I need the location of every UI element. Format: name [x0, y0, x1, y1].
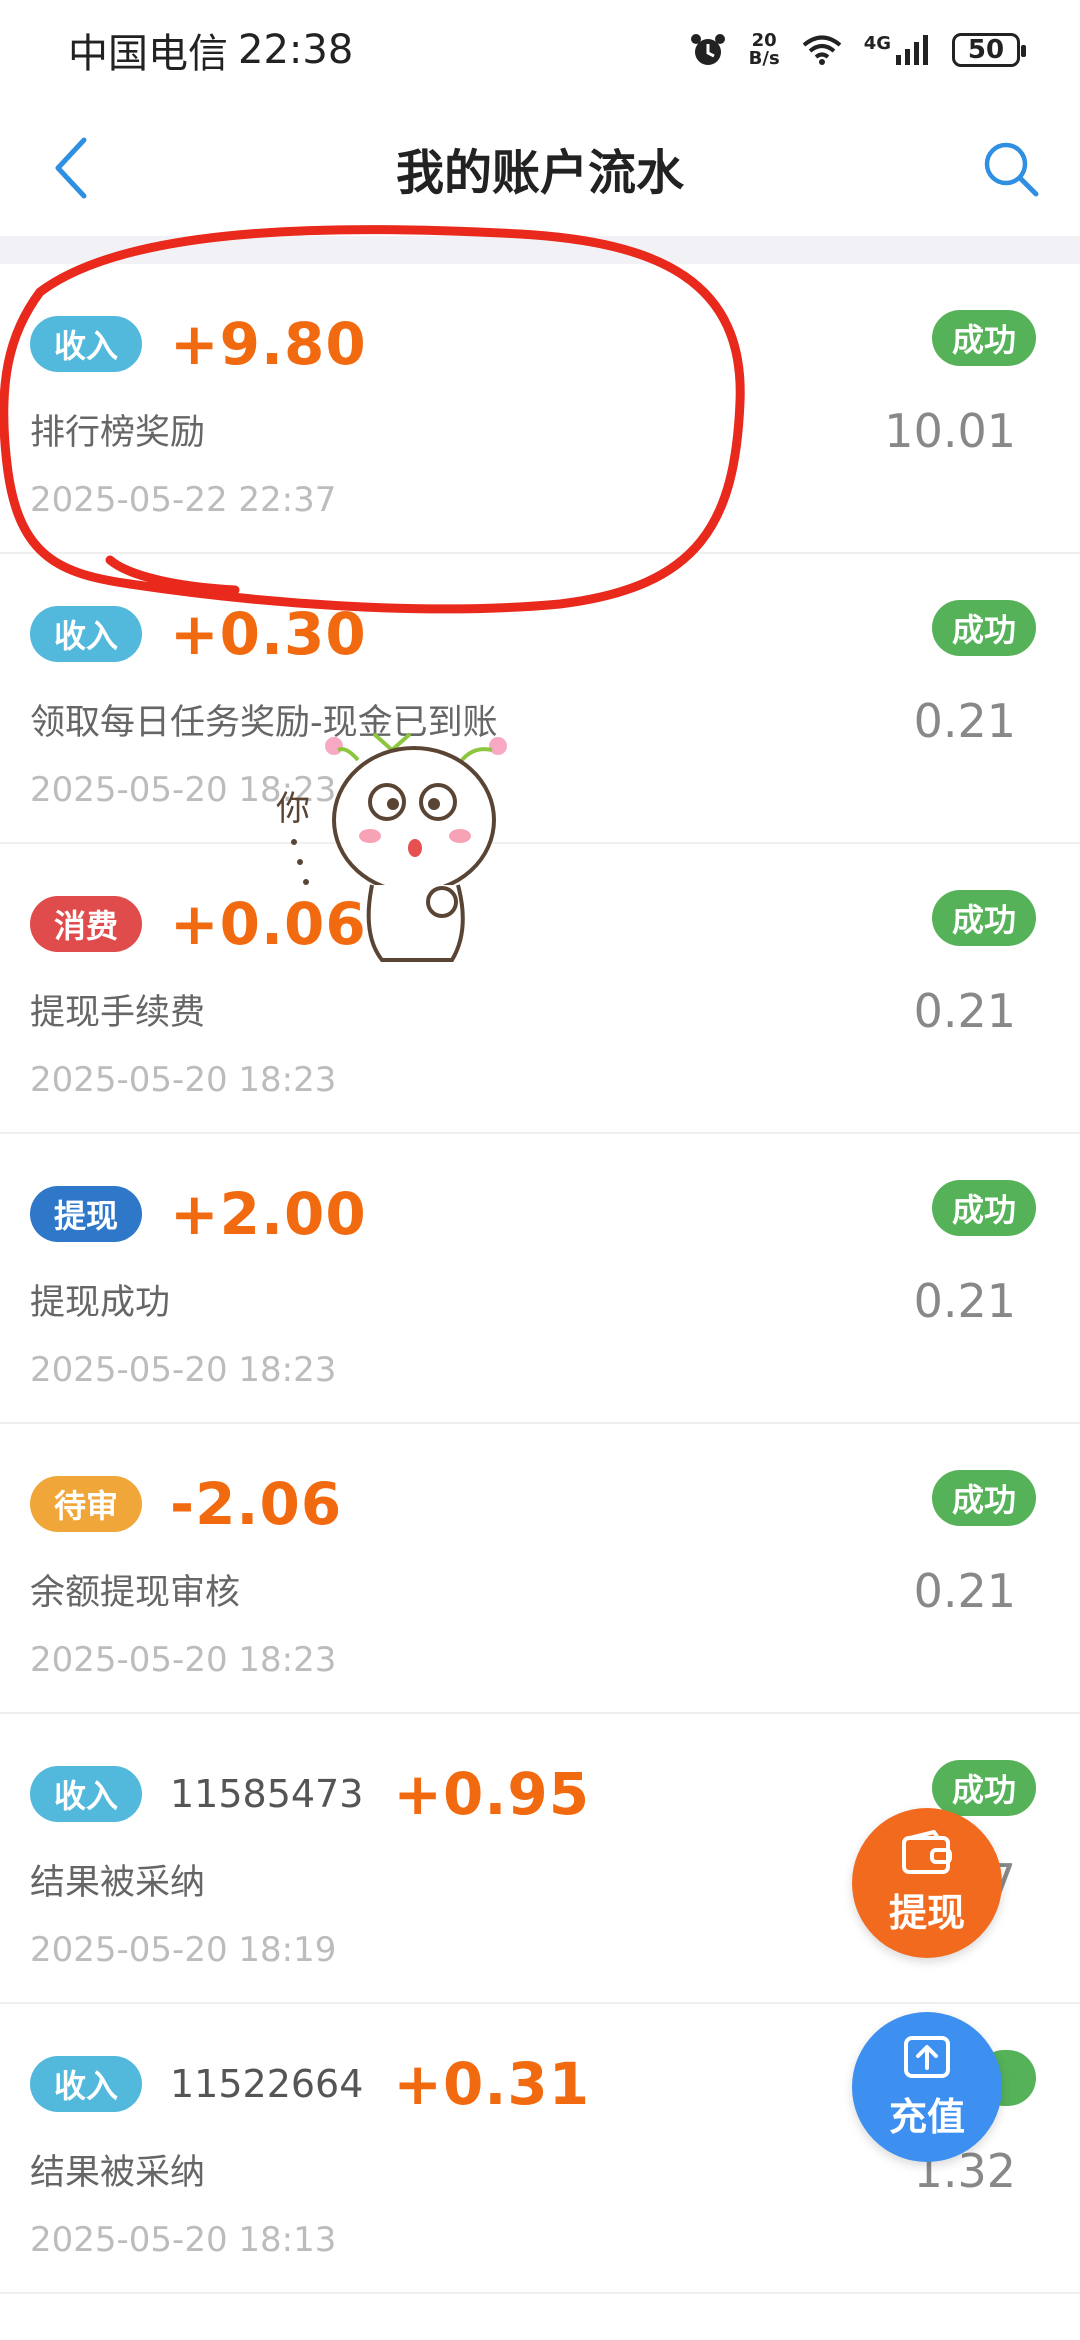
signal-bars-icon [896, 35, 928, 65]
balance: 0.21 [913, 694, 1016, 748]
network-type: 4G [863, 33, 891, 54]
status-badge: 成功 [931, 1470, 1036, 1526]
chevron-left-icon [55, 137, 87, 199]
withdraw-label: 提现 [888, 1890, 965, 1935]
transaction-row[interactable]: 待审 -2.06 余额提现审核 2025-05-20 18:23 成功 0.21 [0, 1424, 1080, 1714]
timestamp: 2025-05-20 18:13 [30, 2220, 337, 2260]
status-icons: 20 B/s 4G 50 [689, 31, 1026, 69]
withdraw-fab[interactable]: 提现 [852, 1808, 1002, 1958]
timestamp: 2025-05-20 18:23 [30, 1060, 337, 1100]
alarm-icon [690, 34, 725, 65]
search-icon [984, 142, 1039, 197]
description: 结果被采纳 [30, 1863, 206, 1903]
description: 余额提现审核 [30, 1573, 241, 1613]
amount: -2.06 [170, 1470, 343, 1538]
recharge-label: 充值 [888, 2094, 965, 2139]
type-tag: 收入 [30, 2056, 142, 2112]
status-badge: 成功 [931, 310, 1036, 366]
carrier-name: 中国电信 [68, 31, 228, 77]
balance: 0.21 [913, 984, 1016, 1038]
row-header: 收入 +9.80 [30, 310, 367, 378]
type-tag: 收入 [30, 316, 142, 372]
upload-icon [904, 2035, 950, 2078]
description: 提现手续费 [30, 993, 206, 1033]
cartoon-sticker: 你 [262, 730, 522, 980]
clock: 22:38 [238, 27, 354, 73]
status-badge: 成功 [931, 1760, 1036, 1816]
amount: +0.31 [393, 2050, 591, 2118]
transaction-row[interactable]: 收入 +0.30 领取每日任务奖励-现金已到账 2025-05-20 18:23… [0, 554, 1080, 844]
header-divider [0, 236, 1080, 264]
timestamp: 2025-05-20 18:23 [30, 1640, 337, 1680]
status-badge: 成功 [931, 890, 1036, 946]
cellular-signal: 4G [864, 35, 930, 65]
back-button[interactable] [40, 132, 100, 204]
order-id: 11585473 [170, 1772, 364, 1816]
amount: +0.95 [393, 1760, 591, 1828]
network-speed: 20 B/s [749, 32, 780, 68]
status-bar: 中国电信 22:38 20 B/s 4G 50 [0, 0, 1080, 100]
amount: +9.80 [170, 310, 367, 378]
transaction-list: 收入 +9.80 排行榜奖励 2025-05-22 22:37 成功 10.01… [0, 264, 1080, 2294]
status-badge: 成功 [931, 1180, 1036, 1236]
timestamp: 2025-05-20 18:19 [30, 1930, 337, 1970]
app-header: 我的账户流水 [0, 100, 1080, 236]
timestamp: 2025-05-22 22:37 [30, 480, 337, 520]
type-tag: 待审 [30, 1476, 142, 1532]
amount: +0.30 [170, 600, 367, 668]
balance: 0.21 [913, 1564, 1016, 1618]
wallet-icon [902, 1829, 952, 1874]
balance: 0.21 [913, 1274, 1016, 1328]
order-id: 11522664 [170, 2062, 364, 2106]
row-header: 提现 +2.00 [30, 1180, 367, 1248]
type-tag: 收入 [30, 606, 142, 662]
timestamp: 2025-05-20 18:23 [30, 1350, 337, 1390]
wifi-icon [802, 35, 841, 65]
transaction-row[interactable]: 消费 +0.06 提现手续费 2025-05-20 18:23 成功 0.21 [0, 844, 1080, 1134]
row-header: 收入 11585473 +0.95 [30, 1760, 590, 1828]
type-tag: 提现 [30, 1186, 142, 1242]
status-left: 中国电信 22:38 [68, 21, 353, 79]
status-badge: 成功 [931, 600, 1036, 656]
type-tag: 消费 [30, 896, 142, 952]
amount: +2.00 [170, 1180, 367, 1248]
sticker-character-icon: 你 [276, 732, 507, 962]
search-button[interactable] [976, 134, 1046, 204]
battery-level: 50 [967, 35, 1005, 65]
transaction-row[interactable]: 提现 +2.00 提现成功 2025-05-20 18:23 成功 0.21 [0, 1134, 1080, 1424]
row-header: 待审 -2.06 [30, 1470, 342, 1538]
balance: 10.01 [884, 404, 1016, 458]
recharge-fab[interactable]: 充值 [852, 2012, 1002, 2162]
transaction-row[interactable]: 收入 +9.80 排行榜奖励 2025-05-22 22:37 成功 10.01 [0, 264, 1080, 554]
row-header: 收入 11522664 +0.31 [30, 2050, 590, 2118]
description: 提现成功 [30, 1283, 171, 1323]
type-tag: 收入 [30, 1766, 142, 1822]
sticker-text: 你 [276, 789, 310, 829]
speed-unit: B/s [748, 48, 780, 69]
page-title: 我的账户流水 [395, 145, 684, 201]
description: 结果被采纳 [30, 2153, 206, 2193]
description: 排行榜奖励 [30, 413, 206, 453]
battery-indicator: 50 [952, 33, 1026, 67]
row-header: 收入 +0.30 [30, 600, 367, 668]
